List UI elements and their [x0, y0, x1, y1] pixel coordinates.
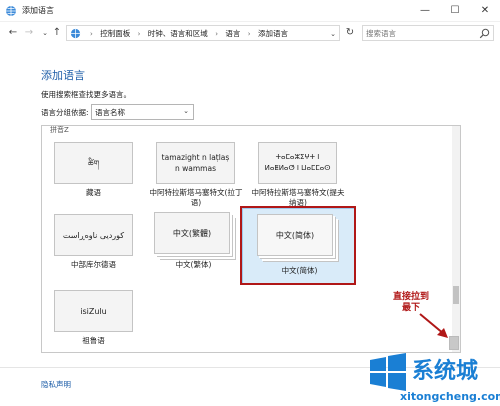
- breadcrumb-separator-icon: ›: [137, 30, 141, 38]
- language-list: 拼音Z ཚིག 藏语 tamazight n laṭlaṣ n wammas 中…: [41, 125, 461, 353]
- close-button[interactable]: ✕: [470, 0, 500, 22]
- up-arrow-icon[interactable]: ↑: [50, 26, 64, 40]
- annotation-arrow-icon: [419, 313, 448, 338]
- language-tile[interactable]: ⵜⴰⵎⴰⵣⵉⵖⵜ ⵏ ⵍⴰⵟⵍⴰⵚ ⵏ ⵡⴰⵎⵎⴰⵙ: [258, 142, 337, 184]
- title-bar: 添加语言 — ☐ ✕: [0, 0, 500, 22]
- window-title: 添加语言: [22, 6, 54, 15]
- language-tile[interactable]: tamazight n laṭlaṣ n wammas: [156, 142, 235, 184]
- watermark: 系统城 xitongcheng.com: [362, 352, 500, 406]
- breadcrumb-item[interactable]: 时钟、语言和区域: [148, 29, 208, 38]
- navigation-bar: ← → ⌄ ↑ › 控制面板 › 时钟、语言和区域 › 语言 › 添加语言 ⌄ …: [0, 22, 500, 44]
- maximize-button[interactable]: ☐: [440, 0, 470, 22]
- instruction-text: 使用搜索框查找更多语言。: [41, 90, 131, 99]
- group-by-value: 语言名称: [95, 108, 125, 117]
- privacy-statement-link[interactable]: 隐私声明: [41, 379, 71, 390]
- group-by-label: 语言分组依据:: [41, 108, 89, 117]
- globe-icon: [70, 28, 81, 39]
- language-label: 中文(繁体): [175, 260, 212, 269]
- windows-logo-icon: [370, 353, 406, 391]
- language-label: 中阿特拉斯塔马塞特文(拉丁语): [149, 188, 243, 207]
- breadcrumb-item[interactable]: 语言: [225, 29, 240, 38]
- scroll-thumb[interactable]: [453, 286, 459, 304]
- page-title: 添加语言: [41, 69, 85, 82]
- breadcrumb-item[interactable]: 添加语言: [258, 29, 288, 38]
- breadcrumb-separator-icon: ›: [215, 30, 218, 38]
- breadcrumb: › 控制面板 › 时钟、语言和区域 › 语言 › 添加语言: [85, 28, 288, 40]
- language-label: 中部库尔德语: [71, 260, 116, 269]
- language-label: 中阿特拉斯塔马塞特文(提夫纳语): [251, 188, 345, 207]
- search-box[interactable]: [362, 25, 494, 41]
- watermark-logo-text: 系统城: [412, 359, 479, 384]
- language-tile-multi[interactable]: 中文(繁體): [154, 212, 230, 254]
- language-label: 祖鲁语: [82, 336, 105, 345]
- scroll-target-marker: [449, 336, 459, 350]
- group-by-select[interactable]: 语言名称 ⌄: [91, 104, 194, 120]
- refresh-icon[interactable]: ↻: [343, 26, 357, 40]
- back-arrow-icon[interactable]: ←: [6, 26, 20, 40]
- breadcrumb-item[interactable]: 控制面板: [100, 29, 130, 38]
- breadcrumb-separator-icon: ›: [247, 30, 251, 38]
- chevron-down-icon: ⌄: [183, 107, 189, 115]
- vertical-scrollbar[interactable]: [452, 126, 460, 352]
- address-bar[interactable]: › 控制面板 › 时钟、语言和区域 › 语言 › 添加语言 ⌄: [66, 25, 340, 41]
- language-tile[interactable]: isiZulu: [54, 290, 133, 332]
- globe-icon: [6, 6, 16, 16]
- annotation-text: 直接拉到 最下: [386, 292, 436, 314]
- language-tile[interactable]: کوردیی ناوەڕاست: [54, 214, 133, 256]
- language-tile[interactable]: ཚིག: [54, 142, 133, 184]
- breadcrumb-separator-icon: ›: [90, 30, 93, 38]
- section-header: 拼音Z: [50, 126, 69, 134]
- watermark-url: xitongcheng.com: [400, 390, 500, 403]
- language-label: 藏语: [86, 188, 101, 197]
- search-input[interactable]: [366, 27, 476, 39]
- highlight-box: [240, 206, 356, 285]
- forward-arrow-icon[interactable]: →: [22, 26, 36, 40]
- search-icon[interactable]: [479, 28, 490, 39]
- address-dropdown-chevron-icon[interactable]: ⌄: [330, 28, 336, 40]
- annotation-line: 直接拉到: [392, 292, 429, 302]
- minimize-button[interactable]: —: [410, 0, 440, 22]
